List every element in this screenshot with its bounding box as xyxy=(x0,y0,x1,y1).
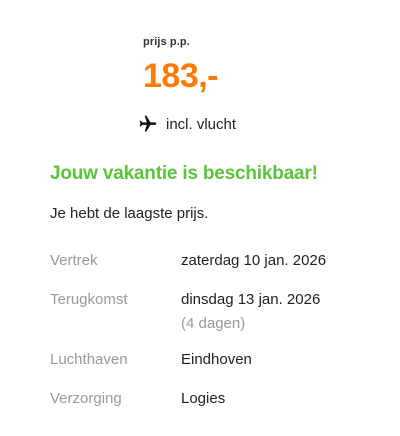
price-value: 183,- xyxy=(143,57,219,95)
flight-included: incl. vlucht xyxy=(138,114,236,134)
lowest-price-note: Je hebt de laagste prijs. xyxy=(50,205,209,222)
detail-key: Luchthaven xyxy=(50,351,128,368)
detail-key: Terugkomst xyxy=(50,291,128,308)
detail-key: Vertrek xyxy=(50,252,98,269)
booking-summary: prijs p.p. 183,- incl. vlucht Jouw vakan… xyxy=(0,0,400,436)
detail-value: dinsdag 13 jan. 2026 xyxy=(181,291,321,308)
detail-value: Eindhoven xyxy=(181,351,252,368)
airplane-icon xyxy=(138,114,158,134)
price-label: prijs p.p. xyxy=(143,36,190,48)
detail-value: Logies xyxy=(181,390,226,407)
availability-headline: Jouw vakantie is beschikbaar! xyxy=(50,163,318,184)
detail-key: Verzorging xyxy=(50,390,122,407)
flight-included-label: incl. vlucht xyxy=(166,115,237,133)
detail-value: zaterdag 10 jan. 2026 xyxy=(181,252,327,269)
trip-duration: (4 dagen) xyxy=(181,315,246,332)
